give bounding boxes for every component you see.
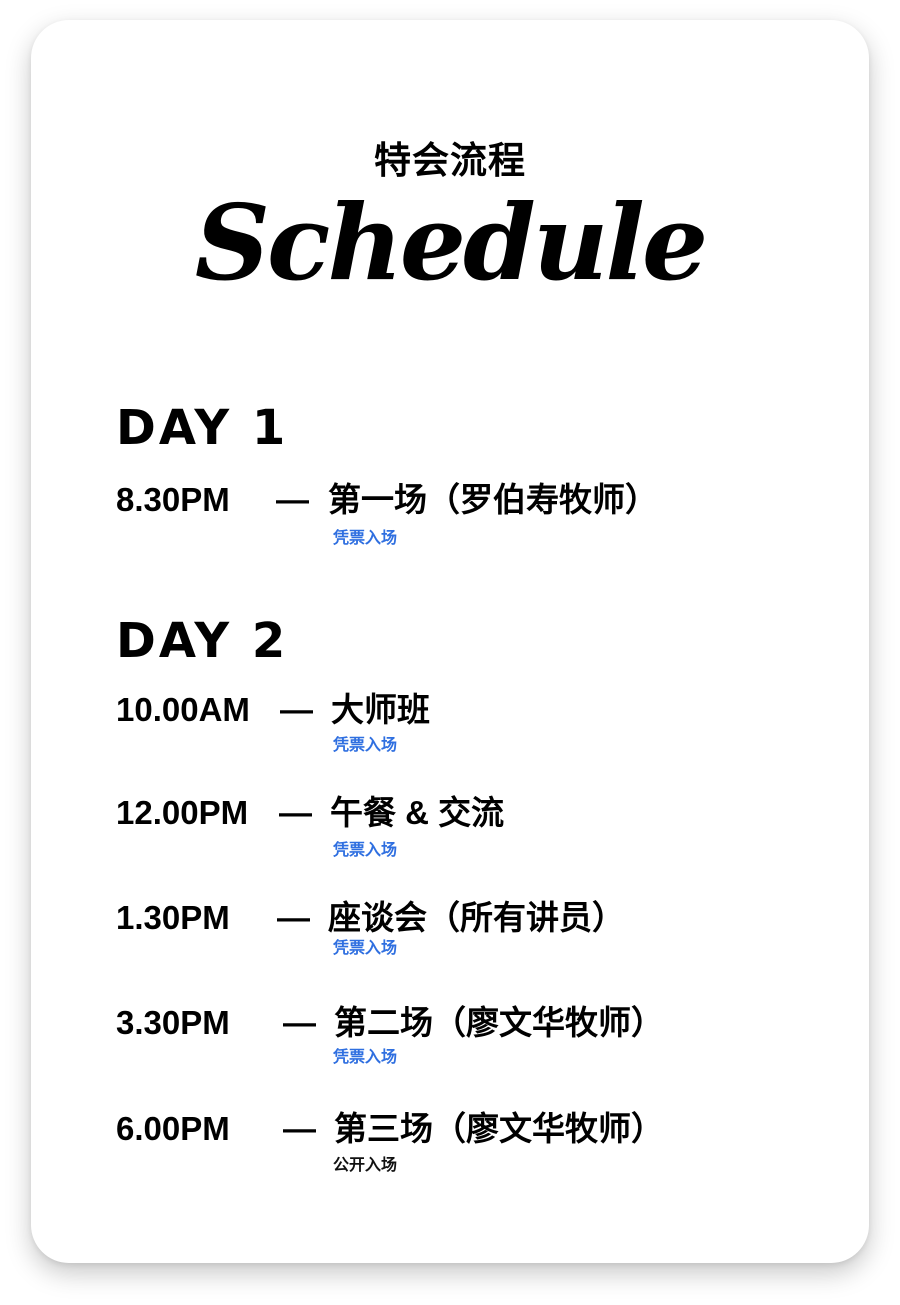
item-event: 大师班 bbox=[331, 691, 430, 728]
item-admission-note: 凭票入场 bbox=[333, 530, 398, 547]
item-event: 第二场（廖文华牧师） bbox=[334, 1004, 664, 1041]
schedule-item: 6.00PM — 第三场（廖文华牧师） 公开入场 bbox=[0, 1109, 900, 1189]
item-admission-note: 凭票入场 bbox=[333, 940, 398, 957]
item-time: 6.00PM bbox=[116, 1110, 230, 1147]
item-time: 8.30PM bbox=[116, 481, 230, 518]
item-time: 3.30PM bbox=[116, 1004, 230, 1041]
item-admission-note: 凭票入场 bbox=[333, 1049, 398, 1066]
item-event: 座谈会（所有讲员） bbox=[328, 899, 625, 936]
item-admission-note: 公开入场 bbox=[333, 1157, 398, 1174]
item-time: 12.00PM bbox=[116, 794, 249, 831]
item-dash: — bbox=[276, 481, 309, 518]
schedule-title: Schedule bbox=[194, 181, 708, 304]
item-dash: — bbox=[283, 1004, 316, 1041]
item-time: 1.30PM bbox=[116, 899, 230, 936]
schedule-item: 8.30PM — 第一场（罗伯寿牧师） 凭票入场 bbox=[0, 480, 900, 560]
item-event: 第三场（廖文华牧师） bbox=[334, 1110, 664, 1147]
day-2-heading: DAY 2 bbox=[116, 613, 289, 669]
schedule-item: 12.00PM — 午餐 & 交流 凭票入场 bbox=[0, 793, 900, 873]
item-dash: — bbox=[279, 794, 312, 831]
schedule-item: 1.30PM — 座谈会（所有讲员） 凭票入场 bbox=[0, 898, 900, 978]
day-1-heading: DAY 1 bbox=[116, 400, 289, 456]
item-event: 第一场（罗伯寿牧师） bbox=[328, 481, 658, 518]
item-dash: — bbox=[277, 899, 310, 936]
item-dash: — bbox=[280, 691, 313, 728]
item-time: 10.00AM bbox=[116, 691, 250, 728]
item-admission-note: 凭票入场 bbox=[333, 737, 398, 754]
item-admission-note: 凭票入场 bbox=[333, 842, 398, 859]
schedule-item: 10.00AM — 大师班 凭票入场 bbox=[0, 690, 900, 770]
item-event: 午餐 & 交流 bbox=[330, 794, 505, 831]
schedule-item: 3.30PM — 第二场（廖文华牧师） 凭票入场 bbox=[0, 1003, 900, 1083]
item-dash: — bbox=[283, 1110, 316, 1147]
